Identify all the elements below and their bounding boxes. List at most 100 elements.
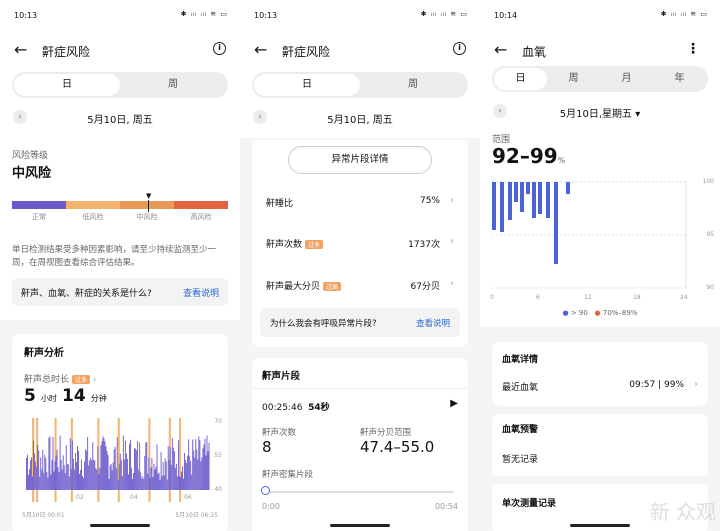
snore-bar: [179, 476, 180, 490]
snore-bar: [42, 449, 44, 490]
snore-bar: [96, 469, 98, 490]
period-tabs: 日 周 月 年: [492, 66, 708, 92]
tab-week[interactable]: 周: [360, 74, 466, 96]
snore-bar: [89, 460, 91, 490]
snore-bar: [88, 465, 90, 490]
snore-bar: [27, 454, 28, 490]
risk-segment-low: [66, 201, 120, 209]
snore-bar: [60, 459, 62, 490]
snore-bar: [46, 472, 48, 490]
x-tick: 12: [584, 294, 592, 301]
playback-handle[interactable]: [261, 486, 270, 495]
snore-bar: [144, 455, 146, 490]
tab-day[interactable]: 日: [254, 74, 360, 96]
metric-row-ratio[interactable]: 鼾睡比 75% ›: [266, 195, 454, 209]
legend-dot-low: ●: [594, 309, 601, 317]
snore-bar: [90, 457, 92, 490]
snore-bar: [99, 467, 101, 490]
dense-label: 鼾声密集片段: [262, 470, 314, 480]
snore-bar: [26, 457, 27, 490]
snore-chart: [26, 418, 210, 502]
faq-link[interactable]: 查看说明: [183, 286, 219, 299]
snore-bar: [108, 478, 110, 490]
metric-row-count[interactable]: 鼾声次数 过多 1737次 ›: [266, 236, 454, 250]
snore-bar: [79, 473, 80, 490]
faq-box[interactable]: 为什么我会有呼吸异常片段? 查看说明: [260, 308, 460, 337]
scale-label-normal: 正常: [32, 213, 46, 221]
recent-oxygen-row[interactable]: 最近血氧 09:57 | 99% ›: [502, 379, 698, 393]
header: ← 鼾症风险 i: [0, 28, 240, 72]
chevron-right-icon[interactable]: ›: [90, 375, 97, 385]
snore-bar: [98, 474, 100, 490]
snore-bar: [83, 477, 85, 490]
chart-end-time: 5月10日 06:25: [175, 512, 218, 519]
snore-segment-card: 鼾声片段 00:25:46 54秒 ▶ 鼾声次数 8 鼾声分贝范围 47.4–5…: [252, 358, 468, 531]
snore-bar: [117, 479, 119, 490]
minutes-unit: 分钟: [90, 394, 107, 403]
snore-bar: [124, 440, 126, 490]
tab-week[interactable]: 周: [120, 74, 226, 96]
scale-label-high: 高风险: [190, 213, 212, 221]
gesture-bar: [570, 524, 630, 527]
snore-bar: [70, 469, 72, 490]
tab-year[interactable]: 年: [653, 68, 706, 90]
metric-row-max-db[interactable]: 鼾声最大分贝 过高 67分贝 ›: [266, 278, 454, 292]
snore-bar: [118, 463, 120, 490]
oxygen-section: ‹ 5月10日,星期五 ▾ 范围 92–99% 100 95 90 0 6 12…: [480, 92, 720, 327]
snore-bar: [132, 478, 133, 490]
playback-track[interactable]: [266, 491, 454, 493]
snore-bar: [181, 471, 182, 490]
x-tick: 24: [680, 294, 688, 301]
total-duration-label: 鼾声总时长 过多 ›: [24, 372, 97, 385]
metric-label: 鼾声最大分贝: [266, 282, 321, 292]
snore-bar: [111, 470, 113, 490]
info-icon[interactable]: i: [213, 42, 226, 55]
snore-bar: [93, 459, 95, 490]
snore-bar: [138, 469, 140, 490]
chevron-right-icon: ›: [450, 236, 454, 247]
snore-bar: [53, 471, 55, 490]
chevron-right-icon: ›: [450, 278, 454, 289]
total-duration-value: 5 小时 14 分钟: [24, 386, 107, 406]
back-arrow-icon[interactable]: ←: [14, 40, 27, 59]
snore-bar: [176, 476, 178, 490]
risk-scale-labels: 正常 低风险 中风险 高风险: [12, 212, 228, 222]
risk-segment-medium: [120, 201, 174, 209]
snore-bar: [112, 462, 114, 490]
count-value: 8: [262, 438, 272, 456]
abnormal-detail-button[interactable]: 异常片段详情: [288, 146, 432, 174]
recent-label: 最近血氧: [502, 383, 539, 393]
date-label[interactable]: 5月10日,星期五 ▾: [480, 105, 720, 120]
snore-bar: [162, 461, 164, 490]
metric-value: 75%: [419, 196, 440, 206]
tab-month[interactable]: 月: [600, 68, 653, 90]
faq-box[interactable]: 鼾声、血氧、鼾症的关系是什么? 查看说明: [12, 278, 228, 306]
snore-bar: [192, 439, 194, 490]
snore-bar: [35, 461, 37, 490]
info-icon[interactable]: i: [453, 42, 466, 55]
snore-bar: [128, 474, 129, 490]
snore-bar: [148, 457, 150, 490]
metric-value: 1737次: [408, 240, 440, 250]
back-arrow-icon[interactable]: ←: [254, 40, 267, 59]
snore-bar: [143, 479, 145, 490]
snore-bar: [56, 449, 58, 490]
tab-day[interactable]: 日: [494, 68, 547, 90]
play-icon[interactable]: ▶: [450, 398, 458, 409]
snore-bar: [206, 435, 208, 490]
snore-bar: [109, 465, 111, 490]
snore-bar: [103, 438, 105, 490]
more-vertical-icon[interactable]: ⋮: [686, 41, 700, 57]
snore-bar: [170, 464, 172, 490]
x-tick: 6: [536, 294, 540, 301]
oxygen-bar: [520, 182, 524, 212]
snore-bar: [52, 436, 54, 490]
tab-day[interactable]: 日: [14, 74, 120, 96]
back-arrow-icon[interactable]: ←: [494, 40, 507, 59]
snore-bar: [44, 454, 46, 490]
faq-link[interactable]: 查看说明: [416, 317, 450, 329]
snore-bar: [201, 457, 203, 490]
tab-week[interactable]: 周: [547, 68, 600, 90]
snore-bar: [205, 455, 207, 490]
snore-bar: [189, 456, 191, 490]
